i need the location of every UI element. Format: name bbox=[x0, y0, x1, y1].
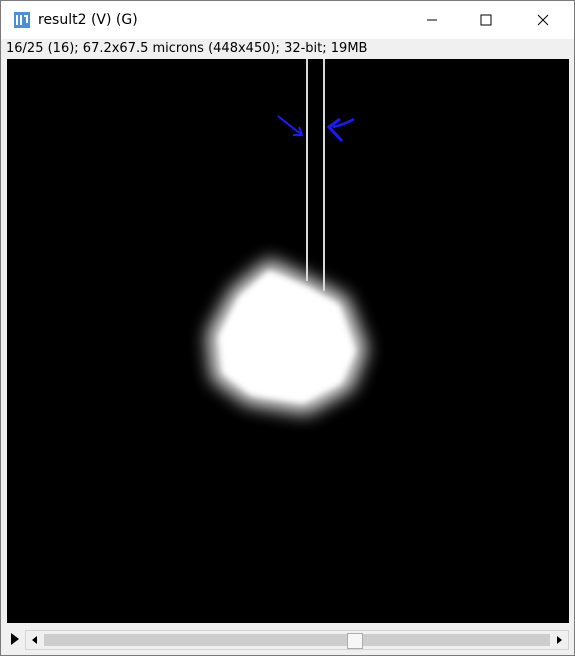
annotation-arrow-right bbox=[326, 117, 355, 143]
scroll-track-after[interactable] bbox=[363, 634, 550, 646]
title-bar[interactable]: result2 (V) (G) bbox=[1, 1, 574, 39]
image-canvas[interactable] bbox=[7, 59, 569, 623]
scroll-left-icon bbox=[32, 636, 37, 644]
scroll-track-before[interactable] bbox=[44, 634, 347, 646]
scroll-right-button[interactable] bbox=[552, 633, 566, 647]
imagej-icon bbox=[14, 12, 30, 28]
slice-controls bbox=[1, 625, 574, 655]
window-title: result2 (V) (G) bbox=[38, 12, 138, 28]
scroll-left-button[interactable] bbox=[28, 633, 42, 647]
close-button[interactable] bbox=[520, 1, 566, 39]
minimize-icon bbox=[427, 19, 437, 21]
maximize-icon bbox=[480, 14, 492, 26]
play-icon bbox=[11, 633, 19, 645]
close-icon bbox=[537, 14, 549, 26]
image-window: result2 (V) (G) 16/25 (16); 67.2x67.5 mi… bbox=[0, 0, 575, 656]
scroll-thumb[interactable] bbox=[347, 633, 363, 649]
scroll-right-icon bbox=[557, 636, 562, 644]
scroll-track[interactable] bbox=[44, 633, 550, 649]
annotation-arrow-left bbox=[277, 115, 304, 136]
maximize-button[interactable] bbox=[463, 1, 509, 39]
minimize-button[interactable] bbox=[409, 1, 455, 39]
bright-blob bbox=[207, 259, 367, 414]
slice-scrollbar[interactable] bbox=[25, 630, 569, 650]
image-info-text: 16/25 (16); 67.2x67.5 microns (448x450);… bbox=[6, 41, 368, 56]
play-button[interactable] bbox=[9, 632, 21, 646]
